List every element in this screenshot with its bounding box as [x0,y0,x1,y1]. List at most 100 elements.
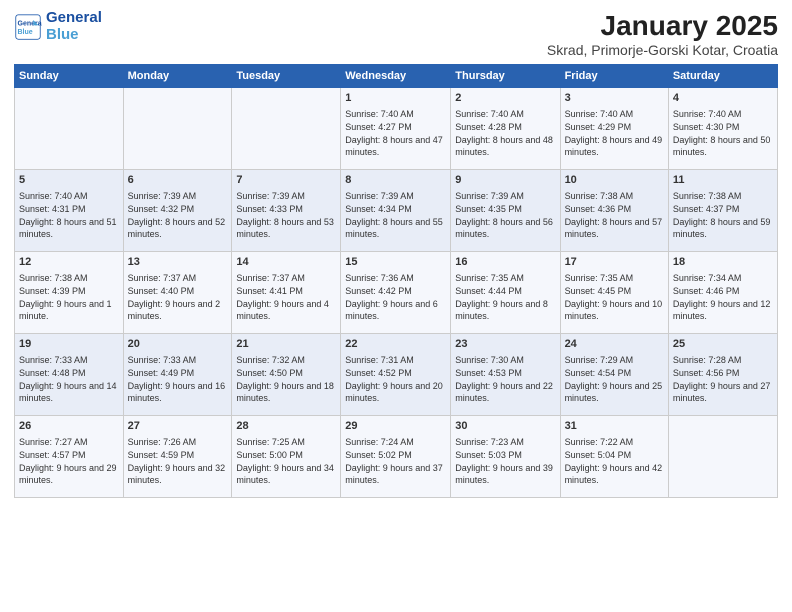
day-info: Daylight: 9 hours and 4 minutes. [236,298,336,323]
day-number: 5 [19,173,119,188]
day-number: 26 [19,419,119,434]
day-info: Sunset: 4:36 PM [565,203,664,216]
day-number: 25 [673,337,773,352]
day-info: Sunset: 5:00 PM [236,449,336,462]
day-info: Sunrise: 7:34 AM [673,272,773,285]
day-number: 10 [565,173,664,188]
day-info: Daylight: 9 hours and 25 minutes. [565,380,664,405]
day-info: Daylight: 9 hours and 22 minutes. [455,380,555,405]
calendar-cell: 15Sunrise: 7:36 AMSunset: 4:42 PMDayligh… [341,252,451,334]
day-number: 18 [673,255,773,270]
svg-text:Blue: Blue [18,29,33,36]
day-info: Sunset: 4:37 PM [673,203,773,216]
day-info: Daylight: 9 hours and 2 minutes. [128,298,228,323]
calendar-cell [232,88,341,170]
day-number: 1 [345,91,446,106]
day-info: Sunset: 4:50 PM [236,367,336,380]
day-number: 19 [19,337,119,352]
day-info: Daylight: 8 hours and 48 minutes. [455,134,555,159]
day-info: Daylight: 8 hours and 57 minutes. [565,216,664,241]
day-info: Daylight: 9 hours and 10 minutes. [565,298,664,323]
day-info: Sunset: 4:41 PM [236,285,336,298]
day-info: Sunrise: 7:36 AM [345,272,446,285]
day-info: Sunrise: 7:26 AM [128,436,228,449]
weekday-header-row: SundayMondayTuesdayWednesdayThursdayFrid… [15,65,778,88]
day-info: Sunset: 4:34 PM [345,203,446,216]
subtitle: Skrad, Primorje-Gorski Kotar, Croatia [547,42,778,58]
day-info: Daylight: 9 hours and 12 minutes. [673,298,773,323]
day-info: Sunset: 4:57 PM [19,449,119,462]
day-info: Daylight: 9 hours and 39 minutes. [455,462,555,487]
day-info: Sunrise: 7:37 AM [236,272,336,285]
day-info: Sunrise: 7:40 AM [345,108,446,121]
day-number: 6 [128,173,228,188]
calendar-cell [668,416,777,498]
calendar-cell: 27Sunrise: 7:26 AMSunset: 4:59 PMDayligh… [123,416,232,498]
day-info: Sunset: 5:04 PM [565,449,664,462]
calendar-cell: 31Sunrise: 7:22 AMSunset: 5:04 PMDayligh… [560,416,668,498]
day-info: Sunset: 4:30 PM [673,121,773,134]
calendar-cell: 2Sunrise: 7:40 AMSunset: 4:28 PMDaylight… [451,88,560,170]
calendar-cell: 4Sunrise: 7:40 AMSunset: 4:30 PMDaylight… [668,88,777,170]
day-info: Daylight: 8 hours and 53 minutes. [236,216,336,241]
day-info: Sunrise: 7:25 AM [236,436,336,449]
calendar-table: SundayMondayTuesdayWednesdayThursdayFrid… [14,64,778,498]
day-info: Sunrise: 7:29 AM [565,354,664,367]
day-info: Sunrise: 7:39 AM [128,190,228,203]
calendar-cell: 9Sunrise: 7:39 AMSunset: 4:35 PMDaylight… [451,170,560,252]
calendar-cell: 11Sunrise: 7:38 AMSunset: 4:37 PMDayligh… [668,170,777,252]
day-info: Daylight: 8 hours and 52 minutes. [128,216,228,241]
day-info: Sunset: 4:46 PM [673,285,773,298]
main-title: January 2025 [547,10,778,42]
calendar-cell: 23Sunrise: 7:30 AMSunset: 4:53 PMDayligh… [451,334,560,416]
calendar-week-4: 19Sunrise: 7:33 AMSunset: 4:48 PMDayligh… [15,334,778,416]
day-info: Sunset: 5:03 PM [455,449,555,462]
day-number: 15 [345,255,446,270]
calendar-cell: 6 Sunrise: 7:39 AMSunset: 4:32 PMDaylight… [123,170,232,252]
svg-text:General: General [18,20,43,27]
day-info: Sunset: 4:32 PM [128,203,228,216]
header: General Blue General Blue January 2025 S… [14,10,778,58]
day-info: Sunset: 4:49 PM [128,367,228,380]
day-info: Daylight: 8 hours and 50 minutes. [673,134,773,159]
calendar-cell: 3Sunrise: 7:40 AMSunset: 4:29 PMDaylight… [560,88,668,170]
day-info: Daylight: 9 hours and 37 minutes. [345,462,446,487]
day-info: Daylight: 9 hours and 14 minutes. [19,380,119,405]
day-info: Daylight: 9 hours and 29 minutes. [19,462,119,487]
day-info: Sunrise: 7:40 AM [565,108,664,121]
day-info: Sunrise: 7:22 AM [565,436,664,449]
day-number: 27 [128,419,228,434]
day-info: Sunrise: 7:40 AM [19,190,119,203]
calendar-cell: 1Sunrise: 7:40 AMSunset: 4:27 PMDaylight… [341,88,451,170]
day-info: Daylight: 9 hours and 18 minutes. [236,380,336,405]
day-number: 2 [455,91,555,106]
day-number: 31 [565,419,664,434]
day-info: Daylight: 9 hours and 1 minute. [19,298,119,323]
calendar-cell [123,88,232,170]
weekday-header-friday: Friday [560,65,668,88]
weekday-header-sunday: Sunday [15,65,124,88]
calendar-cell: 8Sunrise: 7:39 AMSunset: 4:34 PMDaylight… [341,170,451,252]
day-info: Sunset: 4:27 PM [345,121,446,134]
day-info: Sunrise: 7:35 AM [455,272,555,285]
weekday-header-wednesday: Wednesday [341,65,451,88]
day-info: Sunrise: 7:27 AM [19,436,119,449]
day-info: Sunrise: 7:28 AM [673,354,773,367]
day-number: 17 [565,255,664,270]
day-info: Sunset: 5:02 PM [345,449,446,462]
day-info: Sunrise: 7:38 AM [673,190,773,203]
day-info: Sunset: 4:53 PM [455,367,555,380]
day-info: Sunrise: 7:33 AM [128,354,228,367]
logo-icon: General Blue [14,13,42,41]
calendar-week-5: 26Sunrise: 7:27 AMSunset: 4:57 PMDayligh… [15,416,778,498]
day-info: Daylight: 9 hours and 8 minutes. [455,298,555,323]
day-info: Sunrise: 7:33 AM [19,354,119,367]
day-info: Daylight: 8 hours and 59 minutes. [673,216,773,241]
calendar-week-2: 5Sunrise: 7:40 AMSunset: 4:31 PMDaylight… [15,170,778,252]
day-info: Sunrise: 7:39 AM [345,190,446,203]
day-number: 16 [455,255,555,270]
day-info: Sunrise: 7:23 AM [455,436,555,449]
day-info: Daylight: 9 hours and 6 minutes. [345,298,446,323]
logo-text: General Blue [46,10,102,43]
day-number: 12 [19,255,119,270]
